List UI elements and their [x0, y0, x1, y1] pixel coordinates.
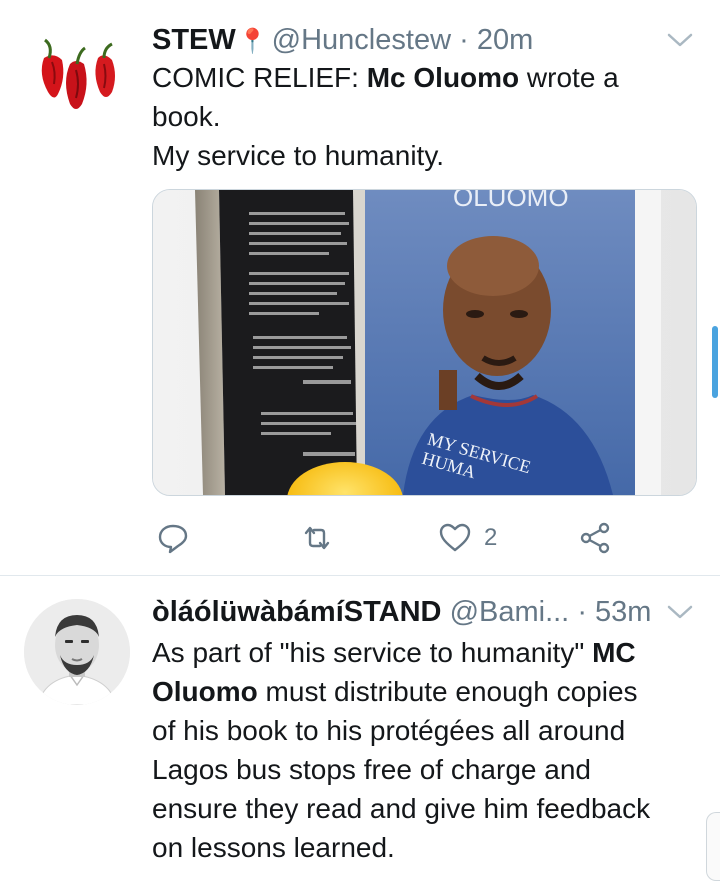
timestamp[interactable]: 20m	[477, 24, 533, 56]
tweet-text-line: COMIC RELIEF: Mc Oluomo wrote a	[152, 62, 619, 93]
tweet-text: COMIC RELIEF: Mc Oluomo wrote a book. My…	[152, 58, 692, 175]
like-count: 2	[484, 524, 498, 551]
avatar[interactable]	[24, 599, 130, 705]
tweet-text-line: of his book to his protégées all around	[152, 715, 626, 746]
tweet-text-line: book.	[152, 101, 221, 132]
reply-button[interactable]	[156, 518, 202, 558]
chevron-down-icon[interactable]	[666, 30, 694, 50]
tweet[interactable]: STEW📍 @Hunclestew · 20m COMIC RELIEF: Mc …	[0, 0, 720, 576]
chili-peppers-avatar-image	[22, 22, 134, 134]
avatar[interactable]	[22, 22, 134, 134]
tweet-text-line: on lessons learned.	[152, 832, 395, 863]
mention-bold: MC	[592, 637, 636, 668]
tweet-text-line: Lagos bus stops free of charge and	[152, 754, 591, 785]
scrollbar-thumb[interactable]	[712, 326, 718, 398]
user-handle[interactable]: @Hunclestew	[272, 24, 451, 56]
tweet-text-line: ensure they read and give him feedback	[152, 793, 651, 824]
like-button[interactable]: 2	[438, 518, 497, 558]
user-handle[interactable]: @Bami...	[450, 596, 570, 628]
tweet-text: As part of "his service to humanity" MC …	[152, 633, 692, 867]
reply-icon	[158, 524, 188, 554]
edge-handle[interactable]	[706, 812, 720, 881]
share-icon	[580, 522, 610, 554]
tweet-divider	[0, 575, 720, 576]
pin-icon: 📍	[237, 28, 268, 55]
tweet-media-image[interactable]: OLUOMO MY SERVICE HUMA	[152, 189, 697, 496]
retweet-icon	[304, 526, 330, 550]
heart-icon	[439, 523, 471, 552]
display-name[interactable]: STEW	[152, 24, 236, 56]
cover-top-text: OLUOMO	[453, 190, 569, 212]
book-photo: OLUOMO MY SERVICE HUMA	[153, 190, 696, 495]
timestamp[interactable]: 53m	[595, 596, 651, 628]
tweet-text-line: As part of "his service to humanity" MC	[152, 637, 636, 668]
mention-bold: Mc Oluomo	[366, 62, 520, 93]
separator-dot: ·	[577, 596, 587, 628]
tweet-header: òláólüwàbámíSTAND @Bami... · 53m	[152, 594, 651, 630]
tweet[interactable]: òláólüwàbámíSTAND @Bami... · 53m As part…	[0, 577, 720, 879]
mention-bold: Oluomo	[152, 676, 258, 707]
chevron-down-icon[interactable]	[666, 602, 694, 622]
display-name[interactable]: òláólüwàbámíSTAND	[152, 596, 442, 628]
tweet-text-line: Oluomo must distribute enough copies	[152, 676, 638, 707]
tweet-actions: 2	[152, 518, 672, 558]
tweet-text-line: My service to humanity.	[152, 140, 445, 171]
separator-dot: ·	[459, 24, 469, 56]
retweet-button[interactable]	[300, 518, 346, 558]
share-button[interactable]	[578, 518, 612, 558]
tweet-header: STEW📍 @Hunclestew · 20m	[152, 22, 533, 60]
cartoon-man-avatar-image	[24, 599, 130, 705]
